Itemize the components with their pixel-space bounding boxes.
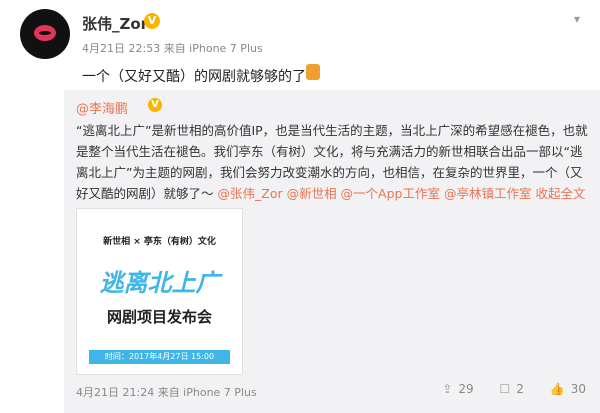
like-count: 30 (570, 382, 586, 396)
poster-time-bar: 时间：2017年4月27日 15:00 (89, 350, 230, 364)
post-meta: 4月21日 22:53 来自 iPhone 7 Plus (82, 42, 263, 55)
like-button[interactable]: 👍 30 (550, 382, 586, 396)
share-icon: ⇪ (442, 382, 453, 396)
attached-image[interactable]: 新世相 × 亭东（有树）文化 逃离北上广 网剧项目发布会 时间：2017年4月2… (76, 208, 243, 375)
comment-icon: ☐ (499, 382, 511, 396)
vip-badge-icon: V (144, 13, 160, 29)
comment-button[interactable]: ☐ 2 (500, 382, 524, 396)
repost-body: “逃离北上广”是新世相的高价值IP，也是当代生活的主题，当北上广深的希望感在褪色… (76, 120, 588, 204)
poster-title: 逃离北上广 (99, 269, 220, 297)
repost-username[interactable]: @李海鹏 (76, 98, 128, 117)
thumbs-up-icon: 👍 (549, 382, 565, 396)
chevron-down-icon[interactable]: ▾ (574, 12, 580, 26)
share-count: 29 (458, 382, 474, 396)
share-button[interactable]: ⇪ 29 (442, 382, 473, 396)
comment-count: 2 (516, 382, 524, 396)
collapse-link[interactable]: 收起全文 (535, 186, 585, 201)
repost-meta: 4月21日 21:24 来自 iPhone 7 Plus (76, 386, 257, 399)
poster-subtitle: 网剧项目发布会 (106, 308, 212, 326)
poster-top-text: 新世相 × 亭东（有树）文化 (103, 237, 216, 247)
action-bar: ⇪ 29 ☐ 2 👍 30 (420, 382, 586, 396)
vip-badge-icon: V (148, 98, 162, 112)
lips-icon (34, 25, 56, 41)
post-text: 一个（又好又酷）的网剧就够够的了 (82, 69, 306, 85)
username[interactable]: 张伟_Zor (82, 13, 148, 34)
avatar[interactable] (20, 9, 70, 59)
thumbs-up-emoji-icon (306, 64, 320, 80)
repost-card: @李海鹏 V “逃离北上广”是新世相的高价值IP，也是当代生活的主题，当北上广深… (64, 90, 600, 413)
mention-links[interactable]: @张伟_Zor @新世相 @一个App工作室 @亭林镇工作室 (218, 186, 532, 201)
